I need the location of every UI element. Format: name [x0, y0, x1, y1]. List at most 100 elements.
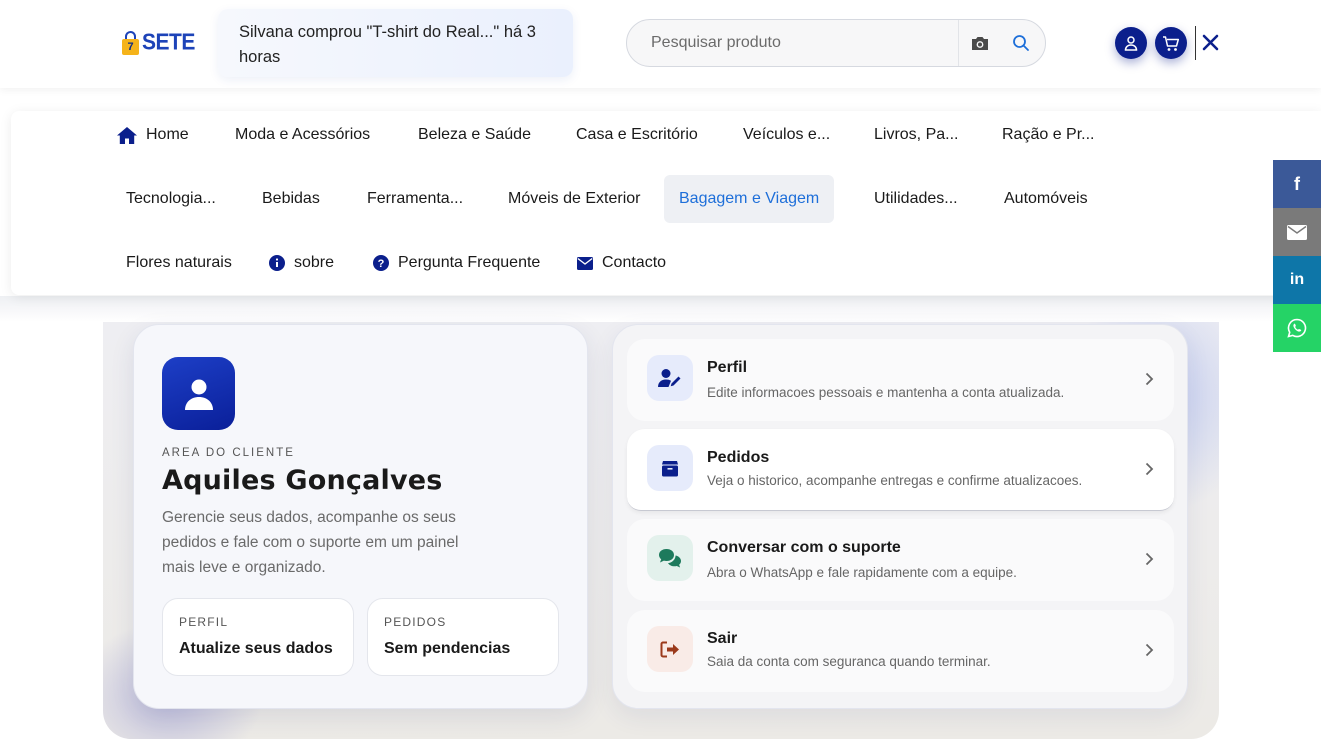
nav-item-casa[interactable]: Casa e Escritório — [576, 111, 698, 159]
chat-icon — [647, 535, 693, 581]
search-input[interactable] — [628, 21, 958, 65]
nav-item-bebidas[interactable]: Bebidas — [262, 175, 320, 223]
nav-item-veiculos[interactable]: Veículos e... — [743, 111, 830, 159]
menu-item-description: Abra o WhatsApp e fale rapidamente com a… — [707, 565, 1017, 580]
nav-item-tecnologia[interactable]: Tecnologia... — [126, 175, 216, 223]
nav-item-label: Pergunta Frequente — [398, 254, 541, 271]
camera-icon[interactable] — [969, 32, 991, 54]
nav-item-label: Livros, Pa... — [874, 126, 959, 143]
menu-item-description: Veja o historico, acompanhe entregas e c… — [707, 473, 1083, 488]
profile-stat-card: PERFIL Atualize seus dados — [162, 598, 354, 676]
nav-item-sobre[interactable]: sobre — [269, 239, 334, 287]
orders-stat-card: PEDIDOS Sem pendencias — [367, 598, 559, 676]
nav-item-label: Bagagem e Viagem — [679, 190, 820, 207]
menu-item-title: Perfil — [707, 359, 748, 376]
nav-item-flores[interactable]: Flores naturais — [126, 239, 232, 287]
nav-item-label: Contacto — [602, 254, 667, 271]
nav-item-label: sobre — [294, 254, 335, 271]
menu-item-pedidos[interactable]: Pedidos Veja o historico, acompanhe entr… — [627, 429, 1174, 511]
envelope-icon — [577, 256, 593, 270]
nav-item-faq[interactable]: ? Pergunta Frequente — [373, 239, 540, 287]
share-bar: f in — [1273, 160, 1321, 352]
linkedin-icon: in — [1289, 271, 1305, 288]
question-icon: ? — [373, 255, 389, 271]
email-share-button[interactable] — [1273, 208, 1321, 256]
user-edit-icon — [647, 355, 693, 401]
nav-item-automoveis[interactable]: Automóveis — [1004, 175, 1088, 223]
email-icon — [1287, 224, 1307, 240]
header-separator — [1195, 26, 1196, 60]
nav-item-moveis[interactable]: Móveis de Exterior — [508, 175, 641, 223]
account-menu-card: Perfil Edite informacoes pessoais e mant… — [612, 324, 1188, 709]
menu-item-suporte[interactable]: Conversar com o suporte Abra o WhatsApp … — [627, 519, 1174, 601]
cart-icon — [1163, 35, 1180, 51]
search-bar — [626, 19, 1046, 67]
nav-item-label: Casa e Escritório — [576, 126, 698, 143]
profile-summary-card: AREA DO CLIENTE Aquiles Gonçalves Gerenc… — [133, 324, 588, 709]
linkedin-share-button[interactable]: in — [1273, 256, 1321, 304]
search-icon[interactable] — [1010, 32, 1032, 54]
nav-item-ferramentas[interactable]: Ferramenta... — [367, 175, 463, 223]
user-icon — [1124, 36, 1138, 51]
menu-item-title: Conversar com o suporte — [707, 539, 901, 556]
nav-item-home[interactable]: Home — [117, 111, 189, 159]
recent-purchase-notice: Silvana comprou "T-shirt do Real..." há … — [218, 9, 573, 77]
section-eyebrow: AREA DO CLIENTE — [162, 447, 295, 459]
avatar — [162, 357, 235, 430]
header-shadow — [0, 296, 1321, 322]
nav-item-contacto[interactable]: Contacto — [577, 239, 666, 287]
nav-item-label: Utilidades... — [874, 190, 958, 207]
close-icon[interactable] — [1199, 31, 1221, 53]
info-icon — [269, 255, 285, 271]
menu-item-sair[interactable]: Sair Saia da conta com seguranca quando … — [627, 610, 1174, 692]
user-icon — [184, 379, 213, 410]
stat-value: Atualize seus dados — [179, 640, 333, 657]
svg-text:?: ? — [378, 258, 385, 270]
chevron-right-icon — [1142, 371, 1156, 387]
whatsapp-icon — [1287, 318, 1307, 338]
menu-item-description: Saia da conta com seguranca quando termi… — [707, 654, 991, 669]
search-divider — [958, 20, 959, 66]
facebook-icon: f — [1294, 173, 1300, 194]
nav-item-label: Móveis de Exterior — [508, 190, 641, 207]
site-logo[interactable]: 7 SETE — [122, 29, 195, 56]
nav-item-label: Flores naturais — [126, 254, 232, 271]
menu-item-perfil[interactable]: Perfil Edite informacoes pessoais e mant… — [627, 339, 1174, 421]
stat-value: Sem pendencias — [384, 640, 511, 657]
nav-item-label: Home — [146, 126, 189, 143]
nav-item-utilidades[interactable]: Utilidades... — [874, 175, 958, 223]
chevron-right-icon — [1142, 551, 1156, 567]
box-icon — [647, 445, 693, 491]
stat-label: PERFIL — [179, 615, 229, 629]
menu-item-title: Sair — [707, 630, 738, 647]
profile-description: Gerencie seus dados, acompanhe os seus p… — [162, 509, 459, 576]
account-button[interactable] — [1115, 27, 1147, 59]
category-menu: Home Moda e Acessórios Beleza e Saúde Ca… — [11, 111, 1321, 295]
menu-item-title: Pedidos — [707, 449, 770, 466]
nav-item-label: Moda e Acessórios — [235, 126, 371, 143]
nav-item-label: Automóveis — [1004, 190, 1088, 207]
logout-icon — [647, 626, 693, 672]
nav-item-beleza[interactable]: Beleza e Saúde — [418, 111, 531, 159]
site-header: 7 SETE Silvana comprou "T-shirt do Real.… — [0, 0, 1321, 88]
nav-item-racao[interactable]: Ração e Pr... — [1002, 111, 1095, 159]
nav-item-label: Beleza e Saúde — [418, 126, 531, 143]
nav-item-label: Ração e Pr... — [1002, 126, 1095, 143]
nav-item-label: Bebidas — [262, 190, 320, 207]
nav-item-label: Tecnologia... — [126, 190, 216, 207]
stat-label: PEDIDOS — [384, 615, 447, 629]
nav-item-label: Ferramenta... — [367, 190, 464, 207]
cart-button[interactable] — [1155, 27, 1187, 59]
logo-text: SETE — [142, 29, 195, 56]
home-icon — [117, 126, 137, 144]
facebook-share-button[interactable]: f — [1273, 160, 1321, 208]
nav-item-label: Veículos e... — [743, 126, 831, 143]
nav-item-moda[interactable]: Moda e Acessórios — [235, 111, 370, 159]
chevron-right-icon — [1142, 461, 1156, 477]
nav-item-bagagem[interactable]: Bagagem e Viagem — [664, 175, 835, 223]
chevron-right-icon — [1142, 642, 1156, 658]
whatsapp-share-button[interactable] — [1273, 304, 1321, 352]
nav-item-livros[interactable]: Livros, Pa... — [874, 111, 958, 159]
menu-item-description: Edite informacoes pessoais e mantenha a … — [707, 385, 1065, 400]
customer-name: Aquiles Gonçalves — [162, 465, 443, 496]
